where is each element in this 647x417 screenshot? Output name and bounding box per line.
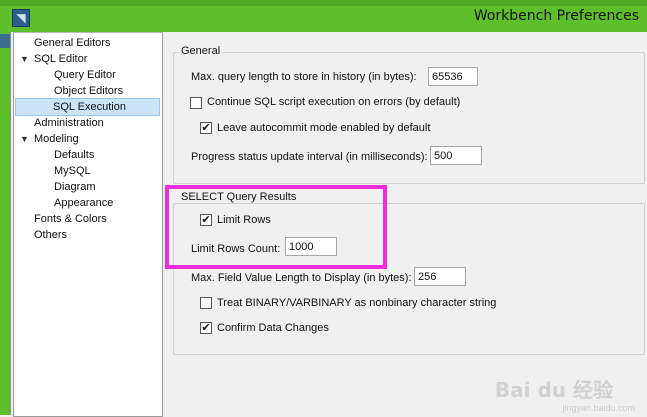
tree-item-general-editors[interactable]: General Editors: [32, 35, 110, 51]
limit-rows-count-field[interactable]: 1000: [285, 237, 337, 256]
title-bar-top-strip: [0, 0, 647, 6]
tree-item-sql-editor[interactable]: ▼ SQL Editor: [18, 51, 87, 67]
tree-item-administration[interactable]: Administration: [32, 115, 104, 131]
tree-item-label: Administration: [34, 117, 104, 129]
tree-item-fonts-colors[interactable]: Fonts & Colors: [32, 211, 107, 227]
tree-item-query-editor[interactable]: Query Editor: [52, 67, 116, 83]
max-field-length-label: Max. Field Value Length to Display (in b…: [191, 272, 412, 284]
continue-on-error-checkbox[interactable]: [190, 97, 202, 109]
autocommit-checkbox[interactable]: ✔: [200, 122, 212, 134]
tree-item-modeling[interactable]: ▼ Modeling: [18, 131, 79, 147]
tree-item-label: SQL Execution: [53, 101, 126, 113]
tree-item-label: Appearance: [54, 197, 114, 209]
max-query-length-label: Max. query length to store in history (i…: [191, 71, 417, 83]
watermark-url: jingyan.baidu.com: [562, 403, 635, 413]
tree-item-label: Others: [34, 229, 68, 241]
tree-item-label: Modeling: [34, 133, 79, 145]
tree-item-label: Fonts & Colors: [34, 213, 107, 225]
treat-binary-checkbox[interactable]: [200, 297, 212, 309]
preferences-tree[interactable]: General Editors ▼ SQL Editor Query Editor…: [13, 32, 163, 417]
tree-item-label: Defaults: [54, 149, 95, 161]
background-window-icon: [0, 34, 10, 48]
tree-item-label: Query Editor: [54, 69, 116, 81]
select-query-results-title: SELECT Query Results: [179, 191, 299, 203]
autocommit-label: Leave autocommit mode enabled by default: [217, 122, 431, 134]
max-query-length-field[interactable]: 65536: [428, 67, 478, 86]
tree-item-others[interactable]: Others: [32, 227, 67, 243]
tree-item-label: Object Editors: [54, 85, 124, 97]
triangle-down-icon[interactable]: ▼: [20, 51, 30, 67]
title-bar: ◥ Workbench Preferences: [0, 0, 647, 32]
max-field-length-field[interactable]: 256: [414, 267, 466, 286]
tree-item-label: SQL Editor: [34, 53, 88, 65]
limit-rows-checkbox[interactable]: ✔: [200, 214, 212, 226]
tree-item-label: Diagram: [54, 181, 96, 193]
tree-item-label: MySQL: [54, 165, 91, 177]
watermark-logo: Bai du 经验: [494, 378, 613, 402]
confirm-data-changes-checkbox[interactable]: ✔: [200, 322, 212, 334]
progress-interval-label: Progress status update interval (in mill…: [191, 151, 428, 163]
tree-item-sql-execution[interactable]: SQL Execution: [15, 98, 160, 116]
preferences-window: General Editors ▼ SQL Editor Query Editor…: [10, 32, 647, 417]
limit-rows-label: Limit Rows: [217, 214, 271, 226]
background-window-edge: [0, 32, 10, 415]
continue-on-error-label: Continue SQL script execution on errors …: [207, 96, 461, 108]
tree-item-defaults[interactable]: Defaults: [52, 147, 94, 163]
treat-binary-label: Treat BINARY/VARBINARY as nonbinary char…: [217, 297, 497, 309]
tree-item-mysql[interactable]: MySQL: [52, 163, 91, 179]
checkmark-icon: ✔: [201, 322, 211, 334]
tree-item-object-editors[interactable]: Object Editors: [52, 83, 123, 99]
triangle-down-icon[interactable]: ▼: [20, 131, 30, 147]
mysql-workbench-icon: ◥: [12, 9, 30, 27]
window-title: Workbench Preferences: [473, 8, 639, 24]
limit-rows-count-label: Limit Rows Count:: [191, 243, 281, 255]
tree-item-appearance[interactable]: Appearance: [52, 195, 113, 211]
tree-item-diagram[interactable]: Diagram: [52, 179, 96, 195]
tree-item-label: General Editors: [34, 37, 111, 49]
confirm-data-changes-label: Confirm Data Changes: [217, 322, 329, 334]
progress-interval-field[interactable]: 500: [430, 146, 482, 165]
checkmark-icon: ✔: [201, 214, 211, 226]
checkmark-icon: ✔: [201, 122, 211, 134]
general-group-title: General: [179, 45, 223, 57]
